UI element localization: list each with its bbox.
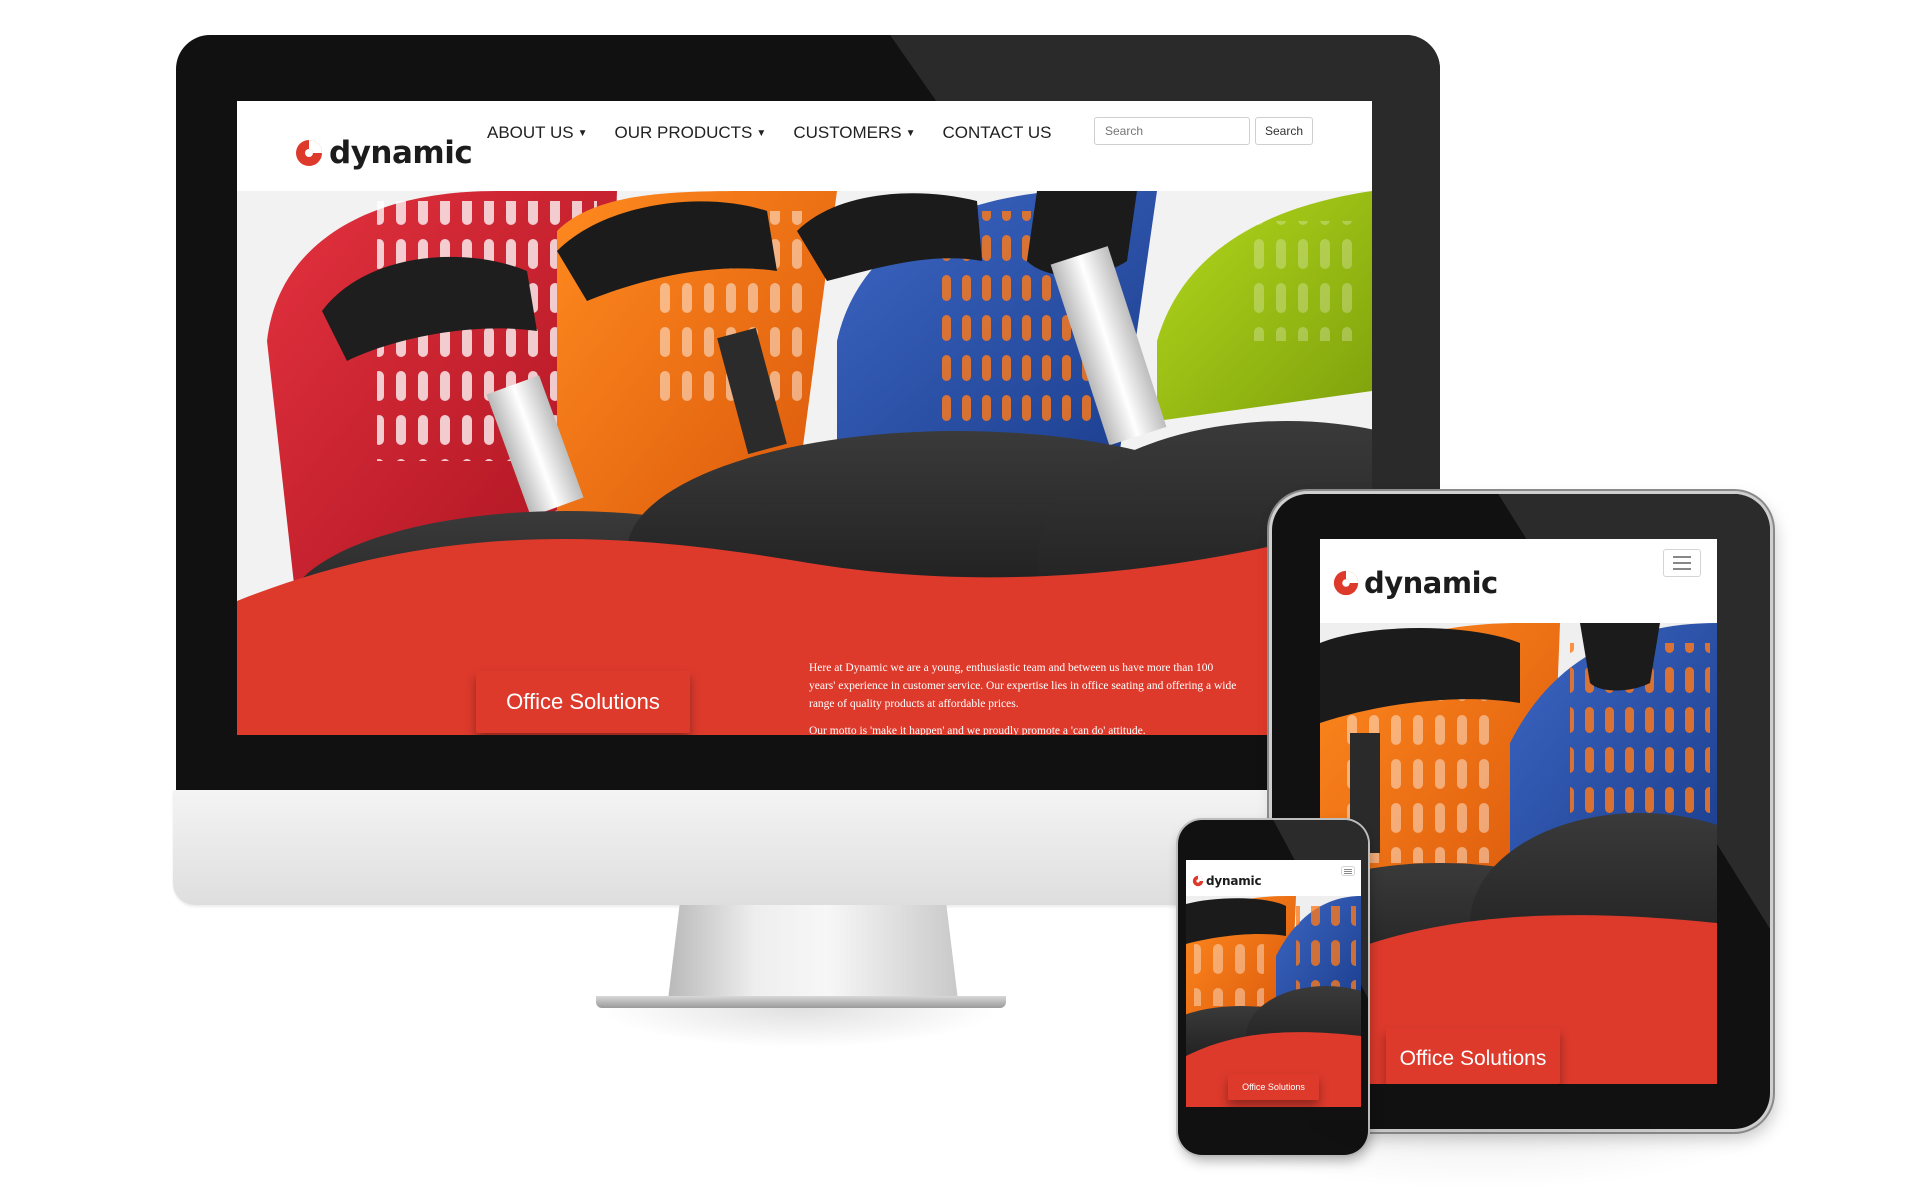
stand-shadow	[600, 1008, 1000, 1048]
search-input[interactable]	[1094, 117, 1250, 145]
nav-about-us[interactable]: ABOUT US ▼	[487, 123, 588, 143]
brand-logo[interactable]: dynamic	[1332, 566, 1498, 600]
hero-banner: Office Solutions	[1186, 896, 1361, 1107]
brand-name: dynamic	[1364, 566, 1498, 600]
brand-name: dynamic	[329, 135, 473, 171]
nav-customers-label: CUSTOMERS	[793, 123, 902, 142]
office-solutions-button[interactable]: Office Solutions	[476, 671, 690, 733]
intro-text: Here at Dynamic we are a young, enthusia…	[809, 659, 1239, 735]
nav-our-products-label: OUR PRODUCTS	[614, 123, 753, 142]
nav-contact-us[interactable]: CONTACT US	[943, 123, 1052, 143]
main-nav: ABOUT US ▼ OUR PRODUCTS ▼ CUSTOMERS ▼ CONTA…	[487, 123, 1051, 143]
swirl-logo-icon	[1192, 875, 1204, 887]
caret-down-icon: ▼	[577, 128, 588, 139]
device-reflection	[1180, 1120, 1780, 1190]
search-button[interactable]: Search	[1255, 117, 1313, 145]
swirl-logo-icon	[296, 140, 322, 166]
nav-contact-us-label: CONTACT US	[942, 123, 1052, 142]
nav-our-products[interactable]: OUR PRODUCTS ▼	[615, 123, 767, 143]
office-chairs-photo	[1320, 623, 1717, 1084]
desktop-website-screen: dynamic ABOUT US ▼ OUR PRODUCTS ▼ CUSTOMER…	[237, 101, 1372, 735]
caret-down-icon: ▼	[905, 128, 916, 139]
tablet-website-screen: dynamic Office Solutions	[1320, 539, 1717, 1084]
office-solutions-button[interactable]: Office Solutions	[1386, 1028, 1560, 1084]
phone-website-screen: dynamic Office Solutions	[1186, 860, 1361, 1107]
intro-paragraph: Our motto is 'make it happen' and we pro…	[809, 725, 1146, 735]
hamburger-menu-icon[interactable]	[1663, 549, 1701, 577]
hero-banner: Office Solutions	[1320, 623, 1717, 1084]
nav-about-us-label: ABOUT US	[487, 123, 574, 142]
brand-logo[interactable]: dynamic	[1192, 874, 1262, 888]
desktop-monitor-stand	[668, 905, 958, 1000]
brand-logo[interactable]: dynamic	[294, 135, 473, 171]
swirl-logo-icon	[1333, 570, 1359, 596]
desktop-monitor-foot	[596, 996, 1006, 1008]
nav-customers[interactable]: CUSTOMERS ▼	[793, 123, 915, 143]
hero-banner: Office Solutions	[237, 191, 1372, 735]
caret-down-icon: ▼	[756, 128, 767, 139]
office-chairs-photo	[237, 191, 1372, 735]
intro-paragraph: Here at Dynamic we are a young, enthusia…	[809, 662, 1237, 710]
desktop-header: dynamic ABOUT US ▼ OUR PRODUCTS ▼ CUSTOMER…	[237, 101, 1372, 191]
office-solutions-button[interactable]: Office Solutions	[1228, 1074, 1319, 1100]
brand-name: dynamic	[1206, 874, 1262, 888]
tablet-header: dynamic	[1320, 539, 1717, 623]
hamburger-menu-icon[interactable]	[1341, 866, 1355, 876]
phone-header: dynamic	[1186, 860, 1361, 896]
